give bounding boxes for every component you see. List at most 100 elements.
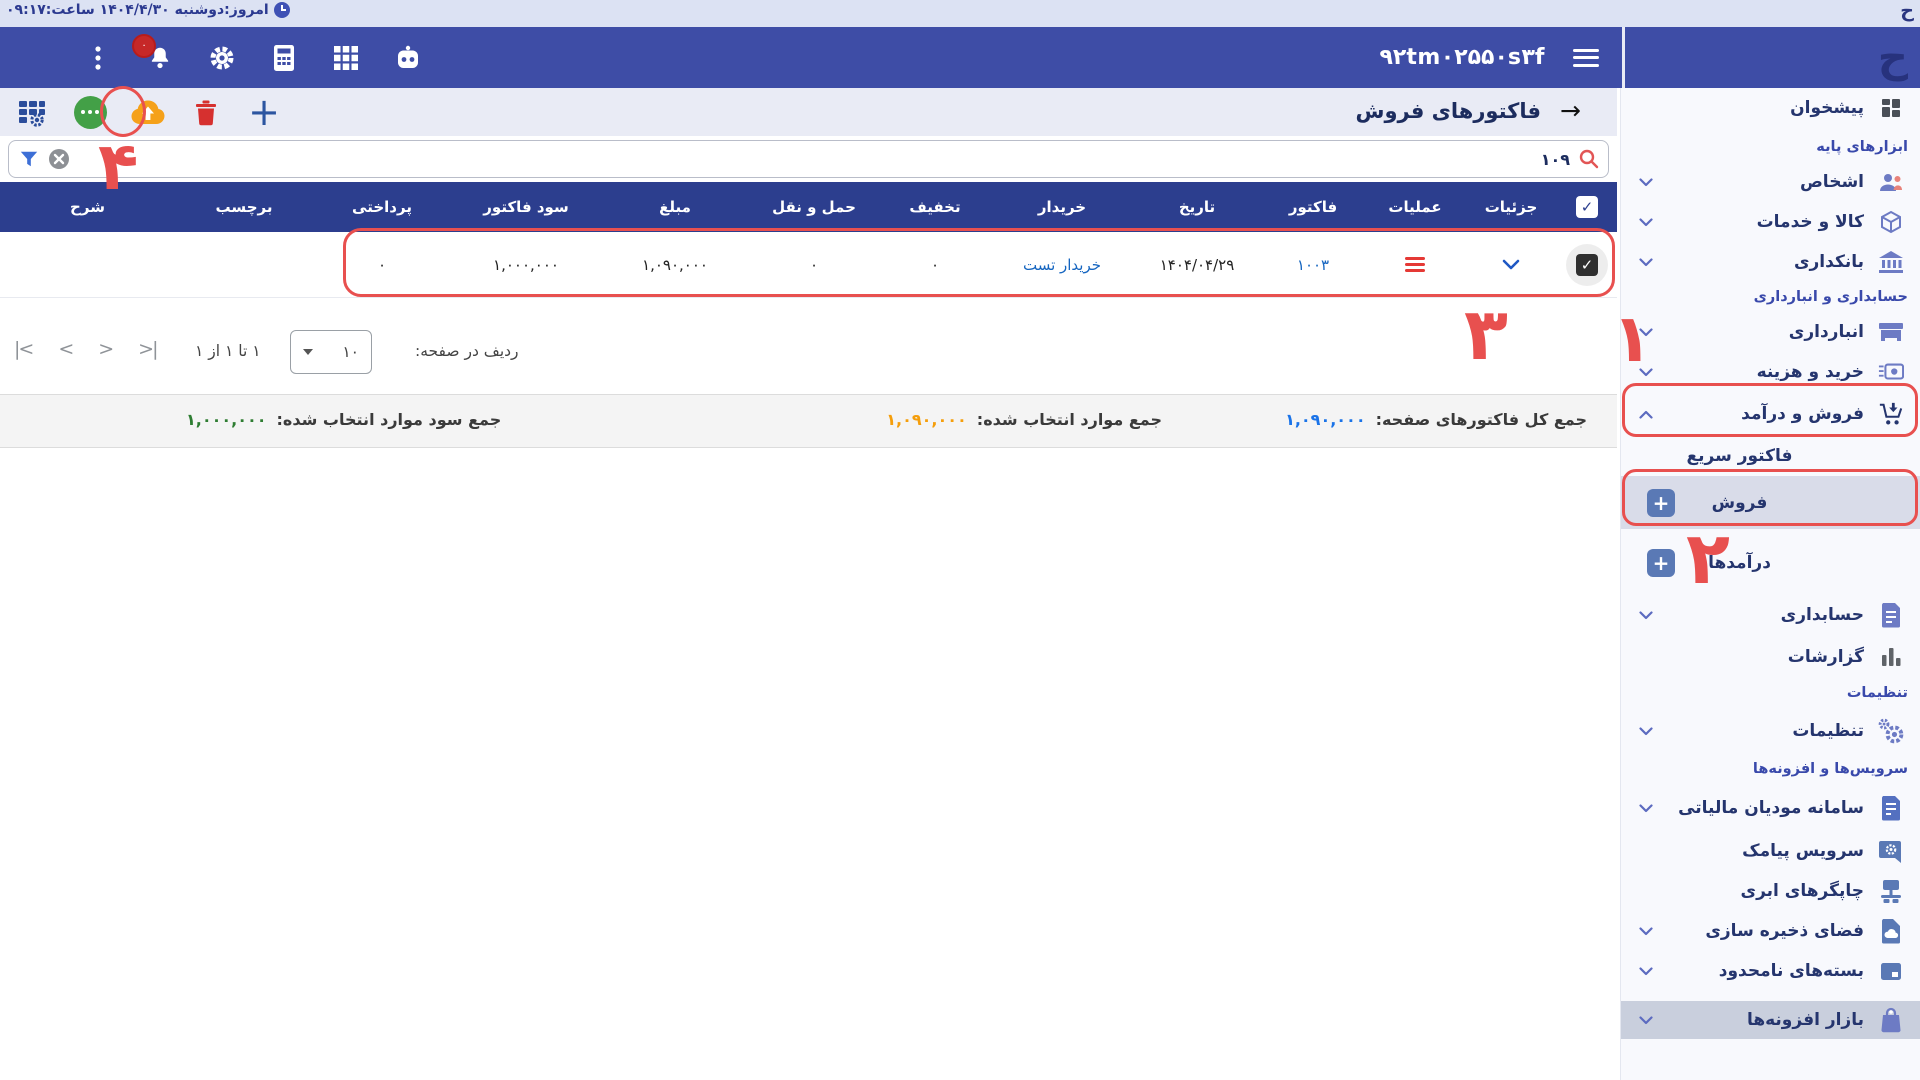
upload-cloud-icon[interactable] (130, 94, 166, 130)
summary-bar: جمع کل فاکتورهای صفحه: ۱,۰۹۰,۰۰۰ جمع موا… (0, 394, 1617, 448)
selected-total-summary: جمع موارد انتخاب شده: ۱,۰۹۰,۰۰۰ (886, 410, 1162, 429)
rows-per-page-value: ۱۰ (342, 343, 359, 361)
packages-icon (1878, 958, 1904, 984)
search-bar[interactable]: ۱۰۹ (8, 140, 1609, 178)
warehouse-icon (1878, 319, 1904, 345)
column-header: جزئیات (1465, 198, 1557, 216)
robot-icon[interactable] (392, 42, 424, 74)
tax-doc-icon (1878, 795, 1904, 821)
page-title: فاکتورهای فروش (1355, 99, 1541, 123)
buyer-link[interactable]: خریدار تست (991, 256, 1133, 274)
chevron-down-icon (1639, 218, 1653, 227)
operations-menu-icon[interactable] (1405, 257, 1425, 272)
paid-value: ۰ (313, 256, 451, 274)
gear-icon[interactable] (206, 42, 238, 74)
column-header: شرح (0, 198, 175, 216)
sidebar-item-label: پیشخوان (1790, 98, 1864, 118)
profit-value: ۱,۰۰۰,۰۰۰ (451, 256, 601, 274)
filter-icon[interactable] (19, 149, 39, 169)
row-checkbox[interactable]: ✓ (1576, 254, 1598, 276)
sidebar-item[interactable]: چاپگرهای ابری (1621, 871, 1920, 911)
table-row[interactable]: ✓ ۱۰۰۳ ۱۴۰۴/۰۴/۲۹ خریدار تست ۰ ۰ ۱,۰۹۰,۰… (0, 232, 1617, 298)
workspace-id: ۹۲tm۰۲۵۵۰s۳f (1379, 45, 1545, 70)
sidebar-header: ح (1622, 27, 1920, 88)
chevron-down-icon (1639, 368, 1653, 377)
add-icon[interactable]: + (1647, 489, 1675, 517)
calculator-icon[interactable] (268, 42, 300, 74)
column-header: برچسب (175, 198, 313, 216)
page-title-bar: فاکتورهای فروش → + (0, 88, 1617, 136)
sidebar-item-label: بانکداری (1794, 252, 1864, 272)
clear-search-icon[interactable] (48, 148, 70, 170)
search-input-value[interactable]: ۱۰۹ (1541, 150, 1570, 169)
sidebar-item[interactable]: سامانه مودیان مالیاتی (1621, 785, 1920, 831)
kebab-menu-icon[interactable] (82, 42, 114, 74)
sidebar-item[interactable]: خرید و هزینه (1621, 352, 1920, 392)
sidebar-subitem[interactable]: فاکتور سریع (1621, 436, 1920, 476)
last-page-icon[interactable]: >| (138, 338, 156, 360)
row-operations-menu[interactable] (1365, 257, 1465, 272)
chevron-down-icon (1639, 178, 1653, 187)
rows-per-page-select[interactable]: ۱۰ (290, 330, 372, 374)
first-page-icon[interactable]: |< (14, 338, 32, 360)
sidebar-item[interactable]: انبارداری (1621, 312, 1920, 352)
invoice-number-link[interactable]: ۱۰۰۳ (1261, 256, 1365, 274)
chevron-up-icon (1639, 410, 1653, 419)
app-window: امروز:دوشنبه ۱۴۰۴/۴/۳۰ ساعت:۰۹:۱۷ ح ح ۹۲… (0, 0, 1920, 1080)
notification-badge: ۰ (132, 34, 156, 58)
pagination-bar: ردیف در صفحه: ۱۰ ۱ تا ۱ از ۱ |< < > >| (0, 312, 1617, 394)
sidebar-item[interactable]: گزارشات (1621, 637, 1920, 677)
sidebar-item[interactable]: سرویس پیامک (1621, 831, 1920, 871)
sidebar-item[interactable]: اشخاص (1621, 162, 1920, 202)
purchase-icon (1878, 359, 1904, 385)
sidebar-item[interactable]: فضای ذخیره سازی (1621, 911, 1920, 951)
app-bar-main: ۹۲tm۰۲۵۵۰s۳f ۰ (0, 27, 1617, 88)
sidebar-subitem[interactable]: درآمدها+ (1621, 543, 1920, 583)
table-header: ✓جزئیاتعملیاتفاکتورتاریخخریدارتخفیفحمل و… (0, 182, 1617, 232)
sidebar-item[interactable]: کالا و خدمات (1621, 202, 1920, 242)
sidebar-item-label: فاکتور سریع (1621, 446, 1858, 466)
column-header: حمل و نقل (749, 198, 879, 216)
apps-grid-icon[interactable] (330, 42, 362, 74)
next-page-icon[interactable]: > (98, 338, 112, 360)
sidebar-section-header: تنظیمات (1621, 677, 1920, 709)
chevron-down-icon (1639, 967, 1653, 976)
select-all-checkbox[interactable]: ✓ (1576, 196, 1598, 218)
sidebar-item[interactable]: بسته‌های نامحدود (1621, 951, 1920, 991)
table-settings-icon[interactable] (14, 94, 50, 130)
row-details-expander[interactable] (1465, 259, 1557, 270)
menu-toggle-icon[interactable] (1573, 49, 1599, 67)
sidebar-item[interactable]: حسابداری (1621, 593, 1920, 637)
column-header: تخفیف (879, 198, 991, 216)
sidebar-item[interactable]: بانکداری (1621, 242, 1920, 282)
sidebar-item[interactable]: تنظیمات (1621, 709, 1920, 753)
sidebar-subitem[interactable]: فروش+ (1621, 476, 1920, 529)
sidebar-item-label: فروش و درآمد (1741, 404, 1864, 424)
goods-icon (1878, 209, 1904, 235)
chevron-down-icon (1639, 258, 1653, 267)
app-bar-icons: ۰ (82, 27, 424, 88)
more-options-icon[interactable] (72, 94, 108, 130)
chevron-down-icon (1639, 804, 1653, 813)
sidebar-item[interactable]: پیشخوان (1621, 88, 1920, 128)
sidebar-section-header: ابزارهای پایه (1621, 132, 1920, 162)
selected-total-label: جمع موارد انتخاب شده: (977, 410, 1162, 429)
add-invoice-button[interactable]: + (246, 94, 282, 130)
search-icon[interactable] (1578, 148, 1600, 170)
add-icon[interactable]: + (1647, 549, 1675, 577)
page-total-summary: جمع کل فاکتورهای صفحه: ۱,۰۹۰,۰۰۰ (1285, 410, 1587, 429)
column-header: فاکتور (1261, 198, 1365, 216)
sidebar-item-label: انبارداری (1789, 322, 1864, 342)
sidebar-item-label: حسابداری (1781, 605, 1864, 625)
chevron-down-icon (1639, 1016, 1653, 1025)
sidebar-item[interactable]: بازار افزونه‌ها (1621, 1001, 1920, 1039)
bell-icon[interactable]: ۰ (144, 42, 176, 74)
chevron-down-icon[interactable] (1502, 259, 1520, 270)
date-text: امروز:دوشنبه ۱۴۰۴/۴/۳۰ ساعت:۰۹:۱۷ (6, 2, 269, 18)
dashboard-icon (1878, 95, 1904, 121)
chevron-down-icon (1639, 328, 1653, 337)
trash-icon[interactable] (188, 94, 224, 130)
sidebar-item[interactable]: فروش و درآمد (1621, 392, 1920, 436)
back-arrow-icon[interactable]: → (1560, 96, 1581, 125)
prev-page-icon[interactable]: < (58, 338, 72, 360)
